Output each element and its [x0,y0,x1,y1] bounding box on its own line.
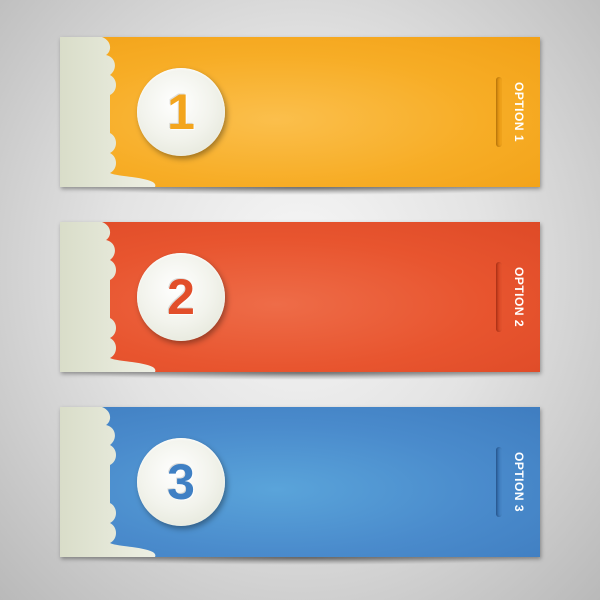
option-number: 2 [167,269,195,325]
tab-marker [496,447,502,517]
tab-marker [496,77,502,147]
option-label-wrap: OPTION 2 [508,222,530,372]
tab-marker [496,262,502,332]
option-number: 3 [167,454,195,510]
option-label: OPTION 2 [512,266,526,328]
option-label-wrap: OPTION 1 [508,37,530,187]
option-number: 1 [167,84,195,140]
option-label: OPTION 1 [512,81,526,143]
number-circle: 2 [137,253,225,341]
option-label: OPTION 3 [512,451,526,513]
number-circle: 1 [137,68,225,156]
option-banner-1[interactable]: 1 OPTION 1 [60,37,542,195]
option-label-wrap: OPTION 3 [508,407,530,557]
number-circle: 3 [137,438,225,526]
option-banner-3[interactable]: 3 OPTION 3 [60,407,542,565]
option-banner-2[interactable]: 2 OPTION 2 [60,222,542,380]
